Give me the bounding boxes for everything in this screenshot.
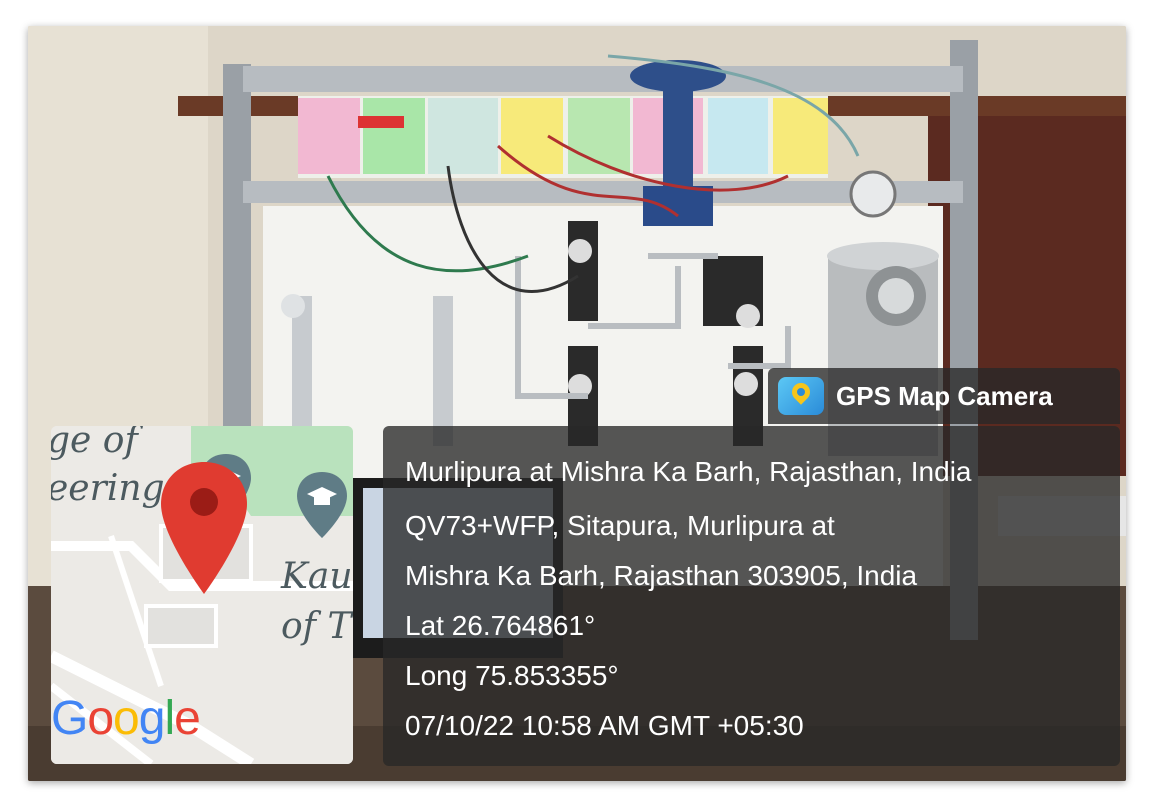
camera-photo: GPS Map Camera Murlipura at Mishra Ka Ba… — [28, 26, 1126, 781]
map-thumbnail: ge of eering Kau of T Google — [51, 426, 353, 764]
location-line-2: QV73+WFP, Sitapura, Murlipura at — [405, 510, 835, 541]
longitude-text: Long 75.853355° — [405, 660, 619, 691]
location-line-1: Murlipura at Mishra Ka Barh, Rajasthan, … — [405, 456, 972, 487]
latitude-text: Lat 26.764861° — [405, 610, 596, 641]
map-label-of: of T — [281, 606, 352, 647]
google-logo: Google — [51, 692, 201, 745]
gps-badge-label: GPS Map Camera — [836, 380, 1053, 411]
location-pin-icon — [161, 462, 247, 594]
graduation-cap-icon — [297, 472, 347, 538]
map-label-kau: Kau — [281, 556, 353, 597]
map-label-engineering: eering — [51, 468, 165, 509]
gps-map-camera-icon — [778, 377, 824, 415]
location-line-3: Mishra Ka Barh, Rajasthan 303905, India — [405, 560, 918, 591]
timestamp-text: 07/10/22 10:58 AM GMT +05:30 — [405, 710, 804, 741]
gps-map-camera-badge: GPS Map Camera — [768, 368, 1120, 424]
map-label-college: ge of — [51, 426, 138, 461]
location-info-panel: Murlipura at Mishra Ka Barh, Rajasthan, … — [383, 426, 1120, 766]
